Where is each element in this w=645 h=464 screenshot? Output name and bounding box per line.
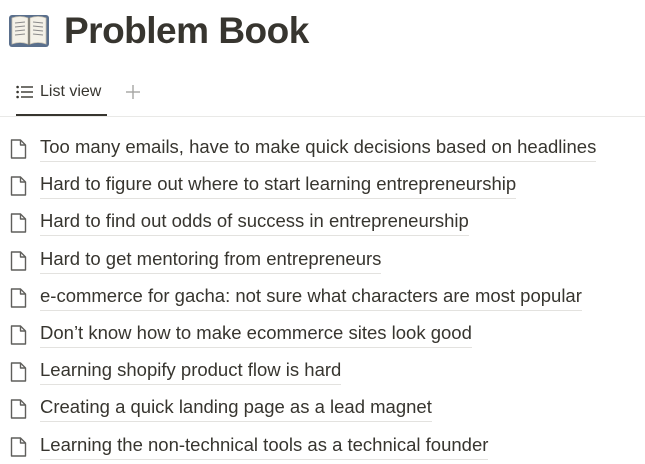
document-icon	[10, 139, 27, 159]
page-header: Problem Book	[8, 8, 309, 54]
item-title[interactable]: Creating a quick landing page as a lead …	[40, 394, 432, 423]
document-icon	[10, 362, 27, 382]
problem-list: Too many emails, have to make quick deci…	[0, 130, 645, 464]
document-icon	[10, 399, 27, 420]
item-title[interactable]: Don’t know how to make ecommerce sites l…	[40, 320, 472, 348]
add-view-button[interactable]	[121, 80, 145, 104]
item-title[interactable]: Learning the non-technical tools as a te…	[40, 432, 489, 460]
document-icon	[10, 213, 27, 234]
document-icon	[10, 288, 27, 308]
item-title[interactable]: Hard to find out odds of success in entr…	[40, 208, 469, 237]
list-item[interactable]: Too many emails, have to make quick deci…	[0, 130, 645, 167]
list-item[interactable]: Hard to find out odds of success in entr…	[0, 204, 645, 241]
tab-list-view[interactable]: List view	[10, 70, 108, 116]
page: Problem Book List view Too many emails, …	[0, 0, 645, 464]
list-item[interactable]: Creating a quick landing page as a lead …	[0, 390, 645, 427]
plus-icon	[126, 85, 140, 99]
open-book-icon[interactable]	[8, 10, 50, 52]
item-title[interactable]: e-commerce for gacha: not sure what char…	[40, 283, 582, 311]
item-title[interactable]: Learning shopify product flow is hard	[40, 357, 342, 386]
list-item[interactable]: Hard to get mentoring from entrepreneurs	[0, 242, 645, 279]
list-item[interactable]: Don’t know how to make ecommerce sites l…	[0, 316, 645, 353]
document-icon	[10, 250, 27, 271]
item-title[interactable]: Hard to get mentoring from entrepreneurs	[40, 246, 382, 274]
list-icon	[16, 85, 33, 99]
list-item[interactable]: Learning the non-technical tools as a te…	[0, 428, 645, 464]
list-item[interactable]: Hard to figure out where to start learni…	[0, 167, 645, 204]
document-icon	[10, 325, 27, 345]
list-item[interactable]: Learning shopify product flow is hard	[0, 353, 645, 390]
item-title[interactable]: Too many emails, have to make quick deci…	[40, 134, 597, 162]
document-icon	[10, 176, 27, 196]
page-title[interactable]: Problem Book	[64, 8, 309, 54]
view-tabs: List view	[0, 70, 645, 117]
list-item[interactable]: e-commerce for gacha: not sure what char…	[0, 279, 645, 316]
tab-label: List view	[40, 83, 102, 100]
item-title[interactable]: Hard to figure out where to start learni…	[40, 171, 517, 200]
active-tab-indicator	[16, 114, 108, 116]
document-icon	[10, 436, 27, 457]
